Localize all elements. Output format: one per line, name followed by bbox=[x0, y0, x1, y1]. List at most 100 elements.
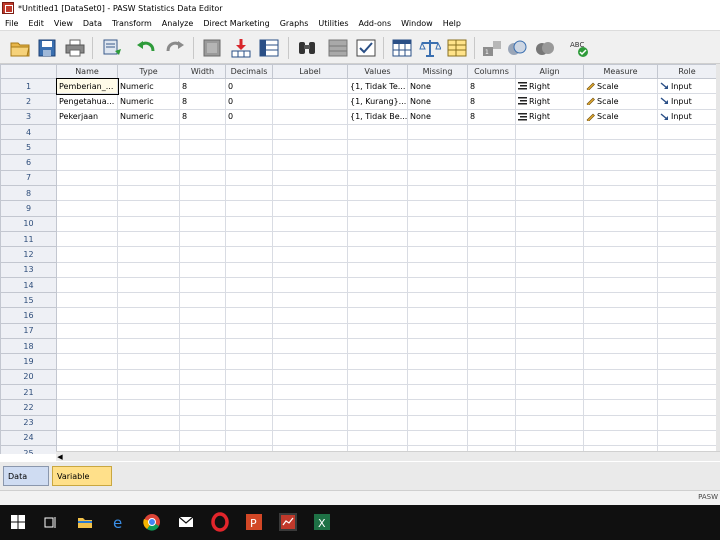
grid-cell[interactable] bbox=[467, 123, 516, 141]
open-icon[interactable] bbox=[9, 37, 31, 59]
col-header-width[interactable]: Width bbox=[179, 64, 226, 79]
cell-width[interactable]: 8 bbox=[179, 108, 226, 125]
col-header-name[interactable]: Name bbox=[56, 64, 118, 79]
grid-cell[interactable] bbox=[179, 429, 226, 447]
task-view-icon[interactable] bbox=[40, 512, 60, 532]
grid-cell[interactable] bbox=[225, 215, 273, 232]
grid-cell[interactable] bbox=[515, 230, 584, 248]
grid-cell[interactable] bbox=[179, 200, 226, 217]
grid-cell[interactable] bbox=[117, 338, 180, 355]
row-number[interactable]: 18 bbox=[0, 338, 57, 355]
grid-cell[interactable] bbox=[117, 414, 180, 431]
cell-measure[interactable]: Scale bbox=[583, 93, 658, 110]
grid-cell[interactable] bbox=[56, 261, 118, 278]
col-header-decimals[interactable]: Decimals bbox=[225, 64, 273, 79]
grid-cell[interactable] bbox=[117, 200, 180, 217]
grid-cell[interactable] bbox=[56, 414, 118, 431]
grid-cell[interactable] bbox=[272, 185, 348, 202]
grid-cell[interactable] bbox=[56, 292, 118, 309]
grid-cell[interactable] bbox=[515, 154, 584, 171]
grid-cell[interactable] bbox=[467, 322, 516, 340]
edge-icon[interactable]: e bbox=[109, 512, 129, 532]
grid-cell[interactable] bbox=[272, 383, 348, 401]
cell-columns[interactable]: 8 bbox=[467, 108, 516, 125]
menu-transform[interactable]: Transform bbox=[107, 19, 157, 28]
grid-cell[interactable] bbox=[583, 322, 658, 340]
row-number[interactable]: 15 bbox=[0, 292, 57, 309]
row-number[interactable]: 16 bbox=[0, 307, 57, 324]
grid-cell[interactable] bbox=[583, 353, 658, 370]
grid-cell[interactable] bbox=[515, 399, 584, 416]
grid-cell[interactable] bbox=[179, 169, 226, 187]
grid-cell[interactable] bbox=[225, 200, 273, 217]
grid-cell[interactable] bbox=[467, 261, 516, 278]
vertical-scrollbar[interactable] bbox=[716, 64, 720, 454]
grid-cell[interactable] bbox=[272, 429, 348, 447]
variables-icon[interactable] bbox=[258, 37, 280, 59]
grid-cell[interactable] bbox=[657, 292, 716, 309]
grid-cell[interactable] bbox=[347, 414, 408, 431]
grid-cell[interactable] bbox=[272, 399, 348, 416]
row-number[interactable]: 21 bbox=[0, 383, 57, 401]
grid-cell[interactable] bbox=[272, 200, 348, 217]
grid-cell[interactable] bbox=[179, 322, 226, 340]
cell-values[interactable]: {1, Tidak Te... bbox=[347, 77, 408, 95]
row-number[interactable]: 22 bbox=[0, 399, 57, 416]
grid-cell[interactable] bbox=[117, 215, 180, 232]
grid-cell[interactable] bbox=[583, 185, 658, 202]
grid-cell[interactable] bbox=[657, 215, 716, 232]
grid-cell[interactable] bbox=[515, 185, 584, 202]
col-header-align[interactable]: Align bbox=[515, 64, 584, 79]
dialog-recall-icon[interactable] bbox=[101, 37, 123, 59]
grid-cell[interactable] bbox=[583, 368, 658, 385]
cell-measure[interactable]: Scale bbox=[583, 77, 658, 95]
row-number[interactable]: 23 bbox=[0, 414, 57, 431]
grid-cell[interactable] bbox=[407, 353, 468, 370]
goto-variable-icon[interactable] bbox=[230, 37, 252, 59]
grid-cell[interactable] bbox=[56, 185, 118, 202]
row-number[interactable]: 19 bbox=[0, 353, 57, 370]
cell-values[interactable]: {1, Tidak Be... bbox=[347, 108, 408, 125]
cell-label[interactable] bbox=[272, 93, 348, 110]
grid-cell[interactable] bbox=[407, 276, 468, 294]
grid-cell[interactable] bbox=[347, 185, 408, 202]
grid-cell[interactable] bbox=[117, 307, 180, 324]
grid-cell[interactable] bbox=[272, 368, 348, 385]
grid-cell[interactable] bbox=[347, 215, 408, 232]
cell-align[interactable]: Right bbox=[515, 77, 584, 95]
grid-cell[interactable] bbox=[179, 215, 226, 232]
grid-cell[interactable] bbox=[515, 139, 584, 156]
grid-cell[interactable] bbox=[347, 322, 408, 340]
grid-cell[interactable] bbox=[515, 338, 584, 355]
grid-cell[interactable] bbox=[179, 185, 226, 202]
grid-cell[interactable] bbox=[657, 414, 716, 431]
grid-cell[interactable] bbox=[347, 154, 408, 171]
grid-cell[interactable] bbox=[179, 230, 226, 248]
menu-edit[interactable]: Edit bbox=[23, 19, 49, 28]
grid-cell[interactable] bbox=[407, 383, 468, 401]
col-header-measure[interactable]: Measure bbox=[583, 64, 658, 79]
grid-cell[interactable] bbox=[515, 261, 584, 278]
row-number[interactable]: 6 bbox=[0, 154, 57, 171]
grid-cell[interactable] bbox=[467, 154, 516, 171]
grid-cell[interactable] bbox=[657, 322, 716, 340]
grid-cell[interactable] bbox=[56, 169, 118, 187]
grid-cell[interactable] bbox=[657, 307, 716, 324]
row-number[interactable]: 24 bbox=[0, 429, 57, 447]
grid-cell[interactable] bbox=[583, 276, 658, 294]
grid-cell[interactable] bbox=[407, 169, 468, 187]
grid-cell[interactable] bbox=[56, 246, 118, 263]
grid-cell[interactable] bbox=[117, 399, 180, 416]
grid-cell[interactable] bbox=[657, 200, 716, 217]
grid-cell[interactable] bbox=[467, 276, 516, 294]
grid-cell[interactable] bbox=[407, 261, 468, 278]
grid-cell[interactable] bbox=[515, 169, 584, 187]
cell-align[interactable]: Right bbox=[515, 93, 584, 110]
menu-file[interactable]: File bbox=[0, 19, 23, 28]
value-labels-icon[interactable]: 1 bbox=[481, 37, 503, 59]
row-number[interactable]: 17 bbox=[0, 322, 57, 340]
grid-cell[interactable] bbox=[347, 292, 408, 309]
grid-cell[interactable] bbox=[56, 383, 118, 401]
grid-cell[interactable] bbox=[467, 139, 516, 156]
cell-width[interactable]: 8 bbox=[179, 77, 226, 95]
